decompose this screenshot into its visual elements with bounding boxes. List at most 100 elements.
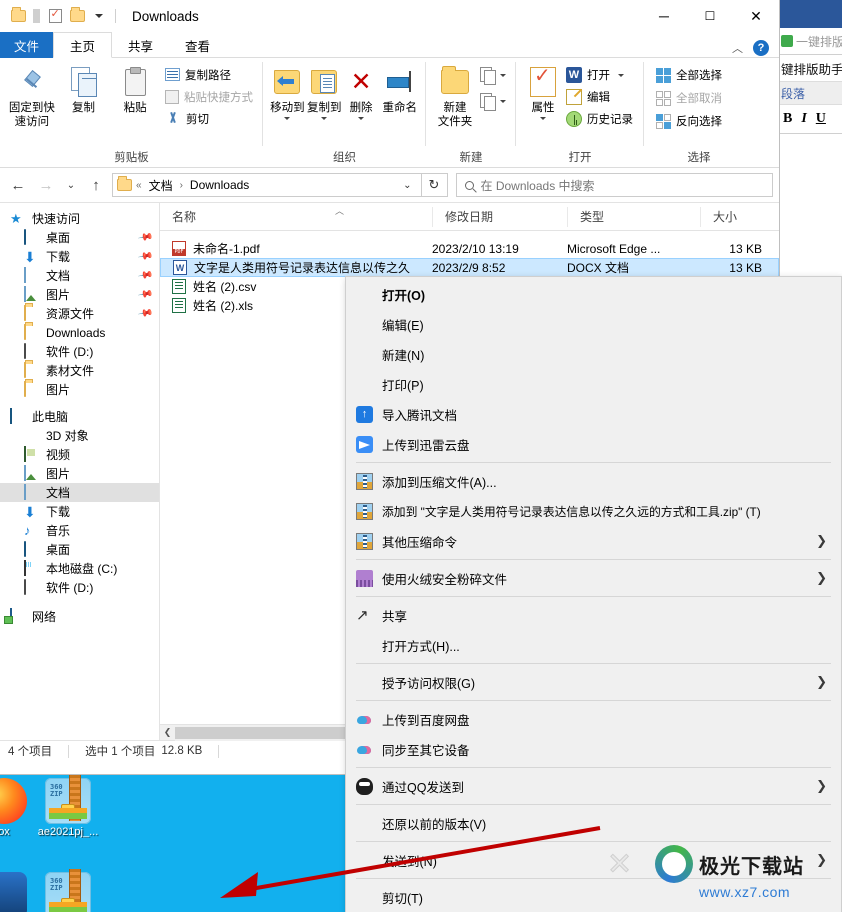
sidebar-item-network[interactable]: 网络 bbox=[0, 607, 159, 626]
tab-share[interactable]: 共享 bbox=[112, 32, 169, 58]
menu-item-add-to-archive[interactable]: 添加到压缩文件(A)... bbox=[346, 466, 841, 496]
sidebar-item-downloads[interactable]: ⬇ 下载 📌 bbox=[0, 247, 159, 266]
chevron-down-icon[interactable] bbox=[540, 117, 546, 120]
menu-item-cut[interactable]: 剪切(T) bbox=[346, 882, 841, 912]
copy-to-button[interactable]: 复制到 bbox=[306, 62, 343, 150]
menu-item-open-with[interactable]: 打开方式(H)... bbox=[346, 630, 841, 660]
navigation-pane[interactable]: ★ 快速访问 桌面 📌 ⬇ 下载 📌 文档 📌 图片 📌 资源文件 📌 Down… bbox=[0, 203, 160, 740]
menu-item-upload-baidu-netdisk[interactable]: 上传到百度网盘 bbox=[346, 704, 841, 734]
forward-button[interactable]: → bbox=[34, 173, 58, 197]
minimize-button[interactable]: ─ bbox=[641, 1, 687, 32]
history-button[interactable]: 历史记录 bbox=[564, 110, 637, 128]
new-folder-qat-icon[interactable] bbox=[66, 5, 88, 27]
edit-button[interactable]: 编辑 bbox=[564, 88, 637, 106]
sidebar-item-pictures[interactable]: 图片 📌 bbox=[0, 285, 159, 304]
sidebar-item-pictures-folder[interactable]: 图片 bbox=[0, 380, 159, 399]
table-row[interactable]: 文字是人类用符号记录表达信息以传之久 2023/2/9 8:52 DOCX 文档… bbox=[160, 258, 779, 277]
chevron-down-icon[interactable] bbox=[284, 117, 291, 120]
sidebar-item-downloads-pc[interactable]: ⬇ 下载 bbox=[0, 502, 159, 521]
select-all-button[interactable]: 全部选择 bbox=[654, 66, 726, 84]
background-window-format-row[interactable]: B I U bbox=[779, 105, 842, 133]
table-row[interactable]: 未命名-1.pdf 2023/2/10 13:19 Microsoft Edge… bbox=[160, 239, 779, 258]
menu-item-send-via-qq[interactable]: 通过QQ发送到 ❯ bbox=[346, 771, 841, 801]
sidebar-item-videos[interactable]: 视频 bbox=[0, 445, 159, 464]
menu-item-send-to[interactable]: 发送到(N) ❯ bbox=[346, 845, 841, 875]
breadcrumb-item-documents[interactable]: 文档 bbox=[146, 177, 176, 194]
menu-item-print[interactable]: 打印(P) bbox=[346, 369, 841, 399]
sidebar-item-resource-files[interactable]: 资源文件 📌 bbox=[0, 304, 159, 323]
chevron-down-icon[interactable] bbox=[500, 99, 506, 103]
menu-item-restore-previous-versions[interactable]: 还原以前的版本(V) bbox=[346, 808, 841, 838]
sidebar-item-downloads-folder[interactable]: Downloads bbox=[0, 323, 159, 342]
sidebar-item-3d-objects[interactable]: 3D 对象 bbox=[0, 426, 159, 445]
properties-button[interactable]: 属性 bbox=[522, 62, 564, 150]
breadcrumb[interactable]: « 文档 › Downloads ⌄ bbox=[112, 173, 422, 197]
new-folder-button[interactable]: 新建 文件夹 bbox=[432, 62, 478, 150]
sidebar-item-documents-pc[interactable]: 文档 bbox=[0, 483, 159, 502]
back-button[interactable]: ← bbox=[6, 173, 30, 197]
scroll-left-button[interactable]: ❮ bbox=[160, 727, 175, 738]
sidebar-item-software-d[interactable]: 软件 (D:) bbox=[0, 342, 159, 361]
move-to-button[interactable]: 移动到 bbox=[269, 62, 306, 150]
underline-button[interactable]: U bbox=[816, 111, 826, 127]
copy-path-button[interactable]: 复制路径 bbox=[163, 66, 257, 84]
menu-item-upload-xunlei[interactable]: 上传到迅雷云盘 bbox=[346, 429, 841, 459]
bold-button[interactable]: B bbox=[783, 111, 792, 127]
breadcrumb-item-downloads[interactable]: Downloads bbox=[187, 178, 252, 192]
open-with-word-button[interactable]: W 打开 bbox=[564, 66, 637, 84]
menu-item-edit[interactable]: 编辑(E) bbox=[346, 309, 841, 339]
menu-item-new[interactable]: 新建(N) bbox=[346, 339, 841, 369]
sidebar-item-local-disk-c[interactable]: 本地磁盘 (C:) bbox=[0, 559, 159, 578]
sidebar-item-desktop-pc[interactable]: 桌面 bbox=[0, 540, 159, 559]
menu-item-huorong-shred[interactable]: 使用火绒安全粉碎文件 ❯ bbox=[346, 563, 841, 593]
recent-locations-button[interactable]: ⌄ bbox=[62, 173, 80, 197]
sidebar-item-pictures-pc[interactable]: 图片 bbox=[0, 464, 159, 483]
italic-button[interactable]: I bbox=[801, 111, 806, 127]
select-none-button[interactable]: 全部取消 bbox=[654, 89, 726, 107]
sidebar-item-software-d-pc[interactable]: 软件 (D:) bbox=[0, 578, 159, 597]
background-window-toolbar[interactable]: 一键排版助 bbox=[779, 28, 842, 54]
delete-button[interactable]: ✕ 删除 bbox=[343, 62, 380, 150]
scrollbar-thumb[interactable] bbox=[175, 726, 355, 739]
chevron-down-icon[interactable] bbox=[321, 117, 328, 120]
folder-icon[interactable] bbox=[7, 5, 29, 27]
menu-item-open[interactable]: 打开(O) bbox=[346, 279, 841, 309]
sidebar-item-material-files[interactable]: 素材文件 bbox=[0, 361, 159, 380]
cut-button[interactable]: 剪切 bbox=[163, 110, 257, 128]
rename-button[interactable]: 重命名 bbox=[379, 62, 420, 150]
up-button[interactable]: ↑ bbox=[84, 173, 108, 197]
column-header-name[interactable]: 名称 bbox=[160, 207, 432, 227]
tab-view[interactable]: 查看 bbox=[169, 32, 226, 58]
tab-file[interactable]: 文件 bbox=[0, 32, 54, 58]
background-window-menu[interactable]: 键排版助手 bbox=[779, 55, 842, 81]
copy-button[interactable]: 复制 bbox=[58, 62, 110, 150]
sidebar-item-this-pc[interactable]: 此电脑 bbox=[0, 407, 159, 426]
menu-item-grant-access[interactable]: 授予访问权限(G) ❯ bbox=[346, 667, 841, 697]
chevron-down-icon[interactable] bbox=[618, 73, 624, 77]
desktop-icon-zip2[interactable]: 360 ZIP bbox=[36, 869, 100, 912]
chevron-down-icon[interactable] bbox=[500, 73, 506, 77]
menu-item-import-tencent-docs[interactable]: 导入腾讯文档 bbox=[346, 399, 841, 429]
sidebar-item-desktop[interactable]: 桌面 📌 bbox=[0, 228, 159, 247]
breadcrumb-overflow[interactable]: « bbox=[136, 180, 142, 191]
invert-selection-button[interactable]: 反向选择 bbox=[654, 112, 726, 130]
maximize-button[interactable]: ☐ bbox=[687, 1, 733, 32]
paste-shortcut-button[interactable]: 粘贴快捷方式 bbox=[163, 88, 257, 106]
chevron-down-icon[interactable]: ⌄ bbox=[398, 180, 416, 191]
tab-home[interactable]: 主页 bbox=[53, 32, 113, 58]
desktop-icon-app[interactable] bbox=[0, 872, 36, 912]
paste-button[interactable]: 粘贴 bbox=[109, 62, 161, 150]
column-header-size[interactable]: 大小 bbox=[700, 206, 770, 227]
column-header-type[interactable]: 类型 bbox=[567, 206, 700, 227]
close-button[interactable]: ✕ bbox=[733, 1, 779, 32]
menu-item-share[interactable]: 共享 bbox=[346, 600, 841, 630]
collapse-ribbon-button[interactable]: ︿ bbox=[732, 40, 743, 56]
properties-qat-icon[interactable] bbox=[44, 5, 66, 27]
sidebar-item-documents[interactable]: 文档 📌 bbox=[0, 266, 159, 285]
refresh-button[interactable]: ↻ bbox=[421, 173, 448, 197]
pin-to-quick-access-button[interactable]: 固定到快 速访问 bbox=[6, 62, 58, 150]
sidebar-item-music[interactable]: ♪ 音乐 bbox=[0, 521, 159, 540]
easy-access-button[interactable] bbox=[478, 92, 510, 111]
chevron-down-icon[interactable] bbox=[358, 117, 365, 120]
desktop-icon-firefox[interactable]: ox bbox=[0, 778, 36, 838]
